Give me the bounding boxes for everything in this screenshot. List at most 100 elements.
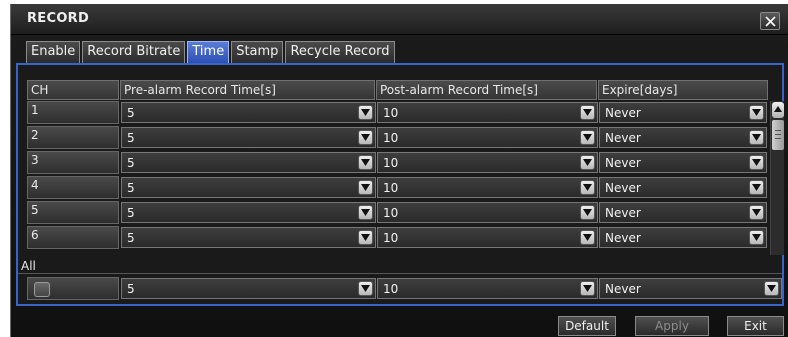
expire-value: Never bbox=[605, 231, 641, 245]
expire-select[interactable]: Never bbox=[599, 177, 767, 198]
chevron-down-icon bbox=[358, 205, 373, 220]
pre-alarm-value: 5 bbox=[127, 156, 135, 170]
pre-alarm-value: 5 bbox=[127, 106, 135, 120]
chevron-down-icon bbox=[749, 155, 764, 170]
pre-alarm-select[interactable]: 5 bbox=[121, 177, 376, 198]
tab-recycle-record[interactable]: Recycle Record bbox=[285, 41, 395, 63]
all-post-alarm-select[interactable]: 10 bbox=[377, 278, 598, 299]
all-channels-row: 5 10 Never bbox=[18, 277, 782, 301]
column-header-ch: CH bbox=[27, 80, 119, 100]
chevron-down-icon bbox=[358, 105, 373, 120]
table-row: 6 5 10 Never bbox=[18, 226, 778, 250]
expire-select[interactable]: Never bbox=[599, 227, 767, 248]
post-alarm-select[interactable]: 10 bbox=[377, 227, 598, 248]
all-channels-checkbox[interactable] bbox=[34, 282, 50, 297]
pre-alarm-value: 5 bbox=[127, 282, 135, 296]
channel-number: 4 bbox=[27, 176, 119, 199]
expire-select[interactable]: Never bbox=[599, 127, 767, 148]
all-checkbox-cell bbox=[27, 277, 119, 300]
all-divider bbox=[18, 273, 782, 274]
all-channels-label: All bbox=[21, 259, 36, 273]
window-title: RECORD bbox=[27, 11, 90, 26]
scrollbar-thumb[interactable] bbox=[772, 120, 784, 150]
expire-select[interactable]: Never bbox=[599, 152, 767, 173]
channel-number: 1 bbox=[27, 101, 119, 124]
title-bar: RECORD bbox=[11, 4, 788, 35]
tab-bar: Enable Record Bitrate Time Stamp Recycle… bbox=[26, 41, 395, 63]
pre-alarm-select[interactable]: 5 bbox=[121, 202, 376, 223]
time-settings-panel: CH Pre-alarm Record Time[s] Post-alarm R… bbox=[16, 63, 784, 306]
chevron-down-icon bbox=[358, 155, 373, 170]
close-icon bbox=[764, 15, 776, 27]
chevron-down-icon bbox=[358, 281, 373, 296]
pre-alarm-select[interactable]: 5 bbox=[121, 127, 376, 148]
tab-stamp[interactable]: Stamp bbox=[231, 41, 284, 63]
column-header-post-alarm: Post-alarm Record Time[s] bbox=[376, 80, 597, 100]
pre-alarm-value: 5 bbox=[127, 181, 135, 195]
pre-alarm-select[interactable]: 5 bbox=[121, 102, 376, 123]
post-alarm-select[interactable]: 10 bbox=[377, 127, 598, 148]
post-alarm-value: 10 bbox=[383, 131, 399, 145]
expire-value: Never bbox=[605, 282, 641, 296]
chevron-down-icon bbox=[358, 180, 373, 195]
pre-alarm-value: 5 bbox=[127, 231, 135, 245]
close-button[interactable] bbox=[760, 12, 780, 30]
apply-button[interactable]: Apply bbox=[635, 316, 709, 336]
post-alarm-select[interactable]: 10 bbox=[377, 152, 598, 173]
pre-alarm-select[interactable]: 5 bbox=[121, 152, 376, 173]
expire-value: Never bbox=[605, 106, 641, 120]
chevron-down-icon bbox=[749, 205, 764, 220]
table-row: 5 5 10 Never bbox=[18, 201, 778, 225]
tab-record-bitrate[interactable]: Record Bitrate bbox=[82, 41, 186, 63]
post-alarm-select[interactable]: 10 bbox=[377, 177, 598, 198]
expire-value: Never bbox=[605, 156, 641, 170]
channel-number: 6 bbox=[27, 226, 119, 249]
tab-time[interactable]: Time bbox=[187, 41, 230, 63]
record-window: RECORD Enable Record Bitrate Time Stamp … bbox=[10, 4, 788, 337]
expire-value: Never bbox=[605, 206, 641, 220]
chevron-down-icon bbox=[749, 105, 764, 120]
channel-number: 2 bbox=[27, 126, 119, 149]
vertical-scrollbar[interactable] bbox=[770, 101, 784, 255]
post-alarm-value: 10 bbox=[383, 156, 399, 170]
chevron-down-icon bbox=[749, 180, 764, 195]
scroll-up-button[interactable] bbox=[772, 102, 784, 118]
chevron-down-icon bbox=[580, 205, 595, 220]
default-button[interactable]: Default bbox=[558, 316, 616, 336]
chevron-down-icon bbox=[580, 105, 595, 120]
post-alarm-value: 10 bbox=[383, 282, 399, 296]
chevron-up-icon bbox=[774, 106, 782, 112]
expire-select[interactable]: Never bbox=[599, 202, 767, 223]
table-row: 1 5 10 Never bbox=[18, 101, 778, 125]
post-alarm-value: 10 bbox=[383, 106, 399, 120]
post-alarm-value: 10 bbox=[383, 181, 399, 195]
channel-number: 3 bbox=[27, 151, 119, 174]
post-alarm-value: 10 bbox=[383, 231, 399, 245]
column-header-pre-alarm: Pre-alarm Record Time[s] bbox=[120, 80, 375, 100]
tab-enable[interactable]: Enable bbox=[26, 41, 81, 63]
expire-value: Never bbox=[605, 131, 641, 145]
post-alarm-value: 10 bbox=[383, 206, 399, 220]
pre-alarm-select[interactable]: 5 bbox=[121, 227, 376, 248]
chevron-down-icon bbox=[580, 130, 595, 145]
chevron-down-icon bbox=[749, 230, 764, 245]
chevron-down-icon bbox=[580, 230, 595, 245]
chevron-down-icon bbox=[358, 130, 373, 145]
chevron-down-icon bbox=[580, 281, 595, 296]
post-alarm-select[interactable]: 10 bbox=[377, 202, 598, 223]
channel-number: 5 bbox=[27, 201, 119, 224]
chevron-down-icon bbox=[358, 230, 373, 245]
table-row: 3 5 10 Never bbox=[18, 151, 778, 175]
chevron-down-icon bbox=[764, 281, 779, 296]
table-row: 4 5 10 Never bbox=[18, 176, 778, 200]
pre-alarm-value: 5 bbox=[127, 131, 135, 145]
all-pre-alarm-select[interactable]: 5 bbox=[121, 278, 376, 299]
chevron-down-icon bbox=[580, 180, 595, 195]
all-expire-select[interactable]: Never bbox=[599, 278, 782, 299]
exit-button[interactable]: Exit bbox=[727, 316, 784, 336]
post-alarm-select[interactable]: 10 bbox=[377, 102, 598, 123]
expire-select[interactable]: Never bbox=[599, 102, 767, 123]
column-header-expire: Expire[days] bbox=[598, 80, 768, 100]
chevron-down-icon bbox=[749, 130, 764, 145]
chevron-down-icon bbox=[580, 155, 595, 170]
